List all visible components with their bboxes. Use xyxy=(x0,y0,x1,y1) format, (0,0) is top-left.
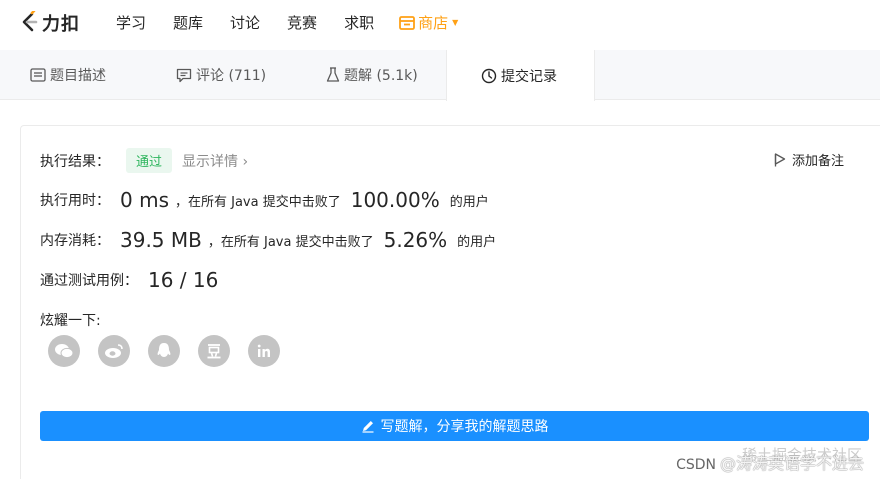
leetcode-logo[interactable]: 力扣 xyxy=(18,10,80,36)
write-solution-label: 写题解，分享我的解题思路 xyxy=(380,419,549,435)
memory-label: 内存消耗： xyxy=(40,233,110,249)
store-icon xyxy=(399,15,415,30)
memory-text: ，在所有 Java 提交中击败了 xyxy=(207,234,374,250)
memory-suffix: 的用户 xyxy=(457,234,497,250)
weibo-icon[interactable] xyxy=(98,335,130,367)
runtime-percent: 100.00% xyxy=(350,188,440,212)
memory-percent: 5.26% xyxy=(383,228,448,252)
nav-contest[interactable]: 竞赛 xyxy=(287,12,317,33)
runtime-text: ，在所有 Java 提交中击败了 xyxy=(174,194,341,210)
nav-learn[interactable]: 学习 xyxy=(116,12,146,33)
tab-submissions[interactable]: 提交记录 xyxy=(446,50,595,101)
watermark-prefix: CSDN xyxy=(676,457,716,473)
nav-store[interactable]: 商店 ▼ xyxy=(399,12,458,33)
clock-icon xyxy=(481,68,497,83)
watermark-text: @涛涛英语学不进去 xyxy=(719,454,864,473)
wechat-icon[interactable] xyxy=(48,335,80,367)
flask-icon xyxy=(326,67,340,82)
douban-icon[interactable] xyxy=(198,335,230,367)
nav-discuss[interactable]: 讨论 xyxy=(230,12,260,33)
linkedin-icon[interactable] xyxy=(248,335,280,367)
status-badge: 通过 xyxy=(126,148,173,173)
nav-jobs[interactable]: 求职 xyxy=(344,12,374,33)
chevron-down-icon: ▼ xyxy=(452,18,459,27)
tab-label: 题目描述 xyxy=(50,68,106,84)
memory-value: 39.5 MB xyxy=(120,228,202,252)
runtime-value: 0 ms xyxy=(120,188,169,212)
logo-text: 力扣 xyxy=(42,13,80,35)
runtime-label: 执行用时： xyxy=(40,193,110,209)
tab-description[interactable]: 题目描述 xyxy=(30,50,106,100)
leetcode-logo-icon xyxy=(22,10,38,31)
tests-row: 通过测试用例： 16 / 16 xyxy=(40,268,218,292)
runtime-suffix: 的用户 xyxy=(449,194,489,210)
nav-problems[interactable]: 题库 xyxy=(173,12,203,33)
comment-icon xyxy=(176,68,192,82)
share-label: 炫耀一下: xyxy=(40,313,101,329)
memory-row: 内存消耗： 39.5 MB ，在所有 Java 提交中击败了 5.26% 的用户 xyxy=(40,228,496,252)
csdn-watermark: CSDN @涛涛英语学不进去 xyxy=(676,450,864,474)
problem-tabs: 题目描述 评论 (711) 题解 (5.1k) 提交记录 xyxy=(0,50,880,101)
tab-solutions[interactable]: 题解 (5.1k) xyxy=(326,50,418,100)
pencil-icon xyxy=(362,421,373,433)
share-row: 炫耀一下: xyxy=(40,310,101,330)
result-label: 执行结果： xyxy=(40,153,110,170)
runtime-row: 执行用时： 0 ms ，在所有 Java 提交中击败了 100.00% 的用户 xyxy=(40,188,489,212)
write-solution-button[interactable]: 写题解，分享我的解题思路 xyxy=(40,411,869,441)
show-details-link[interactable]: 显示详情 › xyxy=(182,151,248,171)
store-label: 商店 xyxy=(418,14,449,32)
tab-comments[interactable]: 评论 (711) xyxy=(176,50,266,100)
share-icons xyxy=(48,335,298,367)
tab-label: 题解 (5.1k) xyxy=(344,68,418,84)
add-note-label: 添加备注 xyxy=(792,154,845,169)
result-row: 执行结果： 通过 显示详情 › xyxy=(40,148,248,173)
flag-icon xyxy=(774,152,786,166)
tests-label: 通过测试用例： xyxy=(40,273,138,289)
tests-value: 16 / 16 xyxy=(148,268,219,292)
top-navbar: 力扣 学习 题库 讨论 竞赛 求职 商店 ▼ xyxy=(0,0,880,45)
tab-label: 评论 (711) xyxy=(196,68,267,84)
add-note-button[interactable]: 添加备注 xyxy=(774,150,844,169)
description-icon xyxy=(30,68,46,82)
qq-icon[interactable] xyxy=(148,335,180,367)
tab-label: 提交记录 xyxy=(501,68,557,85)
